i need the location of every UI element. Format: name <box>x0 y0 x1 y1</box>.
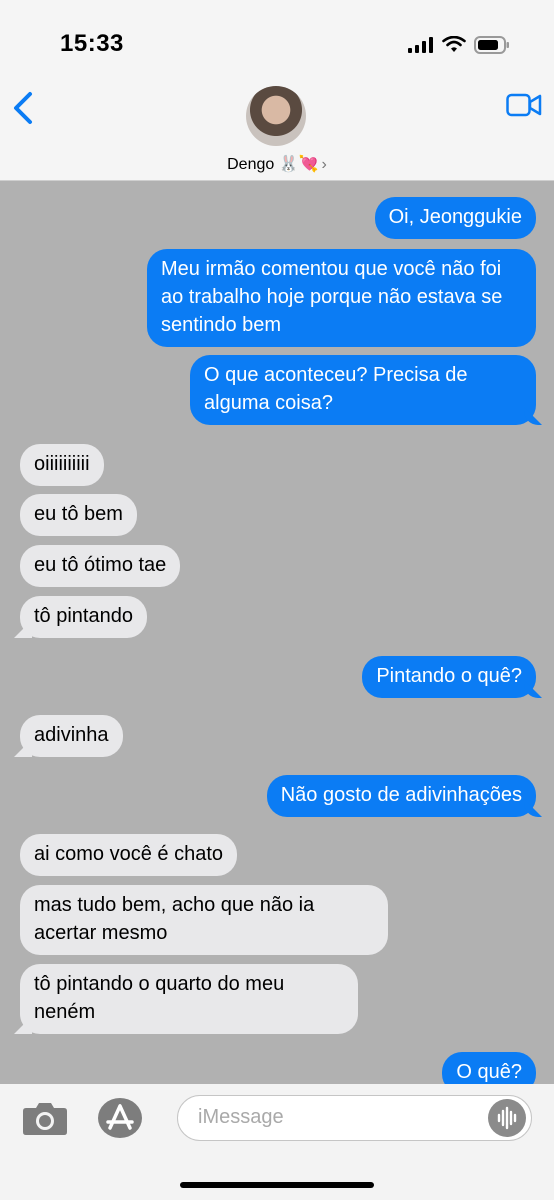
contact-avatar[interactable] <box>246 86 306 146</box>
message-incoming[interactable]: tô pintando <box>20 596 147 638</box>
message-incoming[interactable]: ai como você é chato <box>20 834 237 876</box>
audio-waveform-icon[interactable] <box>488 1099 526 1137</box>
status-time: 15:33 <box>60 30 124 57</box>
message-incoming[interactable]: mas tudo bem, acho que não ia acertar me… <box>20 885 388 955</box>
camera-icon[interactable] <box>22 1100 68 1136</box>
contact-name-button[interactable]: Dengo 🐰💘 › <box>0 154 554 174</box>
cellular-signal-icon <box>408 37 433 53</box>
message-incoming[interactable]: eu tô bem <box>20 494 137 536</box>
message-incoming[interactable]: adivinha <box>20 715 123 757</box>
status-icons <box>408 36 510 54</box>
chevron-right-icon: › <box>321 156 327 173</box>
message-outgoing[interactable]: Não gosto de adivinhações <box>266 775 536 817</box>
message-outgoing[interactable]: Meu irmão comentou que você não foi ao t… <box>147 249 536 347</box>
message-incoming[interactable]: oiiiiiiiiii <box>20 444 104 486</box>
conversation-header: 15:33 Dengo 🐰💘 › <box>0 0 554 181</box>
app-store-glyph-icon <box>106 1104 134 1130</box>
wifi-icon <box>442 36 466 52</box>
message-incoming[interactable]: tô pintando o quarto do meu neném <box>20 964 358 1034</box>
waveform-glyph-icon <box>497 1106 517 1130</box>
contact-name: Dengo 🐰💘 <box>227 156 319 173</box>
message-outgoing[interactable]: O que aconteceu? Precisa de alguma coisa… <box>190 355 536 425</box>
imessage-input[interactable]: iMessage <box>177 1095 532 1141</box>
message-outgoing[interactable]: Oi, Jeonggukie <box>374 197 536 239</box>
video-camera-icon[interactable] <box>506 92 542 118</box>
battery-icon <box>474 36 509 54</box>
app-store-icon[interactable] <box>98 1098 142 1138</box>
chevron-left-icon[interactable] <box>10 88 40 128</box>
home-indicator[interactable] <box>180 1182 374 1188</box>
message-incoming[interactable]: eu tô ótimo tae <box>20 545 181 587</box>
message-outgoing[interactable]: Pintando o quê? <box>362 656 536 698</box>
